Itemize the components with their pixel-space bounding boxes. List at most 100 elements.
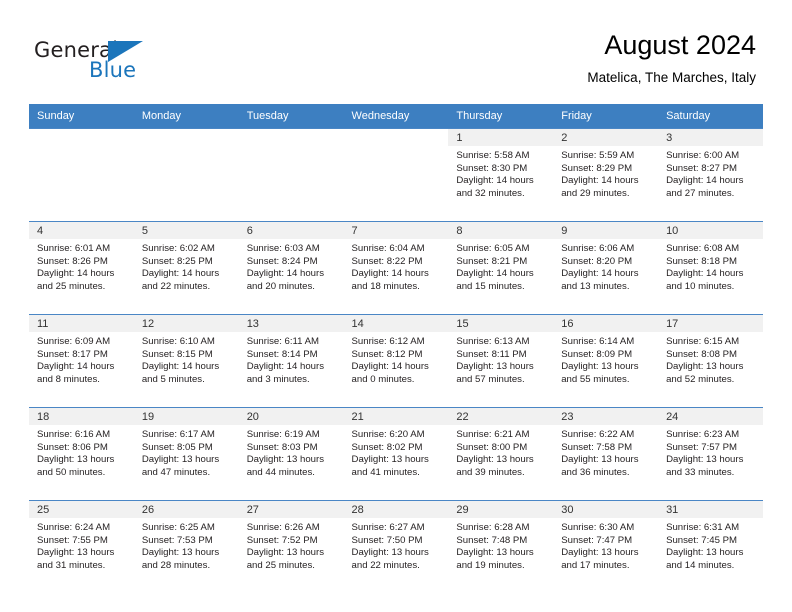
day-detail-line: Daylight: 13 hours — [666, 454, 744, 466]
calendar-day-cell[interactable]: 5 Sunrise: 6:02 AM Sunset: 8:25 PM Daylight… — [133, 221, 239, 309]
day-detail-line: Sunset: 8:30 PM — [456, 162, 528, 174]
day-detail-line: Daylight: 13 hours — [456, 361, 534, 373]
day-number: 22 — [448, 408, 554, 425]
day-number: 20 — [238, 408, 344, 425]
calendar-table: Sunday Monday Tuesday Wednesday Thursday Frid… — [29, 104, 763, 588]
day-details: Sunrise: 6:11 AM Sunset: 8:14 PM Daylight:… — [239, 332, 344, 386]
day-number: 21 — [343, 408, 449, 425]
calendar-day-cell[interactable]: 3 Sunrise: 6:00 AM Sunset: 8:27 PM Daylight… — [658, 128, 763, 216]
day-cell-inner: 15 Sunrise: 6:13 AM Sunset: 8:11 PM Dayligh… — [448, 314, 554, 402]
calendar-week-row: 1 Sunrise: 5:58 AM Sunset: 8:30 PM Daylight… — [29, 128, 763, 216]
day-detail-line: Sunset: 8:14 PM — [246, 348, 318, 360]
day-detail-line: Sunset: 8:03 PM — [246, 441, 318, 453]
calendar-day-cell[interactable]: 7 Sunrise: 6:04 AM Sunset: 8:22 PM Daylight… — [343, 221, 449, 309]
page-subtitle: Matelica, The Marches, Italy — [587, 70, 756, 85]
calendar-day-cell[interactable]: 11 Sunrise: 6:09 AM Sunset: 8:17 PM Dayligh… — [29, 314, 134, 402]
calendar-day-cell[interactable]: 19 Sunrise: 6:17 AM Sunset: 8:05 PM Dayligh… — [133, 407, 239, 495]
day-details: Sunrise: 6:23 AM Sunset: 7:57 PM Daylight:… — [658, 425, 763, 479]
weekday-header-row: Sunday Monday Tuesday Wednesday Thursday Frid… — [29, 104, 763, 128]
day-details: Sunrise: 6:27 AM Sunset: 7:50 PM Daylight:… — [344, 518, 449, 572]
day-detail-line: and 39 minutes. — [456, 466, 525, 478]
general-blue-logo[interactable]: General Blue — [34, 38, 234, 88]
day-cell-inner: 8 Sunrise: 6:05 AM Sunset: 8:21 PM Daylight… — [448, 221, 554, 309]
day-details: Sunrise: 6:25 AM Sunset: 7:53 PM Daylight:… — [134, 518, 239, 572]
day-number: 12 — [133, 315, 239, 332]
day-detail-line: Daylight: 13 hours — [561, 547, 639, 559]
calendar-day-cell[interactable]: 28 Sunrise: 6:27 AM Sunset: 7:50 PM Dayligh… — [343, 500, 449, 588]
day-detail-line: Daylight: 13 hours — [351, 454, 429, 466]
day-detail-line: Sunrise: 6:27 AM — [351, 522, 425, 533]
day-detail-line: Sunrise: 6:24 AM — [37, 522, 111, 533]
day-cell-inner: 21 Sunrise: 6:20 AM Sunset: 8:02 PM Dayligh… — [343, 407, 449, 495]
day-details: Sunrise: 6:15 AM Sunset: 8:08 PM Daylight:… — [658, 332, 763, 386]
calendar-day-cell[interactable]: 16 Sunrise: 6:14 AM Sunset: 8:09 PM Dayligh… — [553, 314, 659, 402]
calendar-day-cell[interactable]: 15 Sunrise: 6:13 AM Sunset: 8:11 PM Dayligh… — [448, 314, 554, 402]
calendar-day-cell[interactable]: 8 Sunrise: 6:05 AM Sunset: 8:21 PM Daylight… — [448, 221, 554, 309]
day-detail-line: and 14 minutes. — [666, 559, 735, 571]
calendar-day-cell[interactable]: 24 Sunrise: 6:23 AM Sunset: 7:57 PM Dayligh… — [658, 407, 763, 495]
day-details: Sunrise: 6:04 AM Sunset: 8:22 PM Daylight:… — [344, 239, 449, 293]
day-cell-inner: 3 Sunrise: 6:00 AM Sunset: 8:27 PM Daylight… — [658, 128, 763, 216]
day-detail-line: Sunrise: 6:26 AM — [246, 522, 320, 533]
calendar-day-cell[interactable]: 27 Sunrise: 6:26 AM Sunset: 7:52 PM Dayligh… — [238, 500, 344, 588]
day-detail-line: Sunset: 7:48 PM — [456, 534, 528, 546]
day-cell-inner: 14 Sunrise: 6:12 AM Sunset: 8:12 PM Dayligh… — [343, 314, 449, 402]
day-detail-line: Sunset: 8:20 PM — [561, 255, 633, 267]
calendar-day-cell[interactable]: 18 Sunrise: 6:16 AM Sunset: 8:06 PM Dayligh… — [29, 407, 134, 495]
calendar-day-cell[interactable]: 29 Sunrise: 6:28 AM Sunset: 7:48 PM Dayligh… — [448, 500, 554, 588]
calendar-day-cell[interactable]: 20 Sunrise: 6:19 AM Sunset: 8:03 PM Dayligh… — [238, 407, 344, 495]
calendar-day-cell[interactable]: 1 Sunrise: 5:58 AM Sunset: 8:30 PM Daylight… — [448, 128, 554, 216]
calendar-day-cell[interactable]: 25 Sunrise: 6:24 AM Sunset: 7:55 PM Dayligh… — [29, 500, 134, 588]
day-number: 24 — [658, 408, 763, 425]
day-number: 26 — [133, 501, 239, 518]
day-detail-line: Sunrise: 5:59 AM — [561, 150, 635, 161]
calendar-day-cell[interactable]: 26 Sunrise: 6:25 AM Sunset: 7:53 PM Dayligh… — [133, 500, 239, 588]
day-detail-line: and 0 minutes. — [351, 373, 415, 385]
day-detail-line: Daylight: 14 hours — [246, 361, 325, 373]
day-detail-line: Daylight: 14 hours — [351, 361, 429, 373]
day-detail-line: and 3 minutes. — [246, 373, 310, 385]
day-detail-line: Daylight: 14 hours — [37, 361, 115, 373]
calendar-day-cell[interactable]: 9 Sunrise: 6:06 AM Sunset: 8:20 PM Daylight… — [553, 221, 659, 309]
calendar-day-cell[interactable]: 10 Sunrise: 6:08 AM Sunset: 8:18 PM Dayligh… — [658, 221, 763, 309]
day-number: 9 — [553, 222, 659, 239]
calendar-day-cell[interactable]: 13 Sunrise: 6:11 AM Sunset: 8:14 PM Dayligh… — [238, 314, 344, 402]
calendar-day-cell[interactable]: 21 Sunrise: 6:20 AM Sunset: 8:02 PM Dayligh… — [343, 407, 449, 495]
calendar-day-cell[interactable]: 14 Sunrise: 6:12 AM Sunset: 8:12 PM Dayligh… — [343, 314, 449, 402]
day-number: 6 — [238, 222, 344, 239]
day-detail-line: Daylight: 13 hours — [246, 547, 325, 559]
day-cell-inner: 25 Sunrise: 6:24 AM Sunset: 7:55 PM Dayligh… — [29, 500, 134, 588]
day-detail-line: Sunset: 7:52 PM — [246, 534, 318, 546]
day-number: 2 — [553, 129, 659, 146]
calendar-cell-empty — [29, 128, 134, 216]
calendar-day-cell[interactable]: 2 Sunrise: 5:59 AM Sunset: 8:29 PM Daylight… — [553, 128, 659, 216]
day-number: 10 — [658, 222, 763, 239]
weekday-header-thursday: Thursday — [448, 104, 554, 128]
day-detail-line: Sunset: 8:22 PM — [351, 255, 423, 267]
day-detail-line: Sunrise: 6:22 AM — [561, 429, 635, 440]
day-detail-line: Sunrise: 6:17 AM — [141, 429, 215, 440]
day-detail-line: Daylight: 13 hours — [456, 547, 534, 559]
calendar-day-cell[interactable]: 4 Sunrise: 6:01 AM Sunset: 8:26 PM Daylight… — [29, 221, 134, 309]
calendar-week-row: 11 Sunrise: 6:09 AM Sunset: 8:17 PM Dayligh… — [29, 314, 763, 402]
calendar-day-cell[interactable]: 17 Sunrise: 6:15 AM Sunset: 8:08 PM Dayligh… — [658, 314, 763, 402]
day-number: 31 — [658, 501, 763, 518]
day-detail-line: and 25 minutes. — [37, 280, 106, 292]
day-cell-inner: 30 Sunrise: 6:30 AM Sunset: 7:47 PM Dayligh… — [553, 500, 659, 588]
calendar-day-cell[interactable]: 22 Sunrise: 6:21 AM Sunset: 8:00 PM Dayligh… — [448, 407, 554, 495]
day-detail-line: and 13 minutes. — [561, 280, 630, 292]
day-detail-line: and 22 minutes. — [141, 280, 211, 292]
calendar-day-cell[interactable]: 6 Sunrise: 6:03 AM Sunset: 8:24 PM Daylight… — [238, 221, 344, 309]
day-number: 13 — [238, 315, 344, 332]
calendar-day-cell[interactable]: 31 Sunrise: 6:31 AM Sunset: 7:45 PM Dayligh… — [658, 500, 763, 588]
day-detail-line: and 47 minutes. — [141, 466, 211, 478]
day-detail-line: Daylight: 13 hours — [561, 361, 639, 373]
day-detail-line: Sunrise: 6:31 AM — [666, 522, 740, 533]
day-detail-line: Sunset: 8:15 PM — [141, 348, 213, 360]
calendar-day-cell[interactable]: 12 Sunrise: 6:10 AM Sunset: 8:15 PM Dayligh… — [133, 314, 239, 402]
day-detail-line: and 15 minutes. — [456, 280, 525, 292]
day-cell-inner: 13 Sunrise: 6:11 AM Sunset: 8:14 PM Dayligh… — [238, 314, 344, 402]
calendar-day-cell[interactable]: 23 Sunrise: 6:22 AM Sunset: 7:58 PM Dayligh… — [553, 407, 659, 495]
calendar-day-cell[interactable]: 30 Sunrise: 6:30 AM Sunset: 7:47 PM Dayligh… — [553, 500, 659, 588]
day-detail-line: Daylight: 13 hours — [37, 547, 115, 559]
